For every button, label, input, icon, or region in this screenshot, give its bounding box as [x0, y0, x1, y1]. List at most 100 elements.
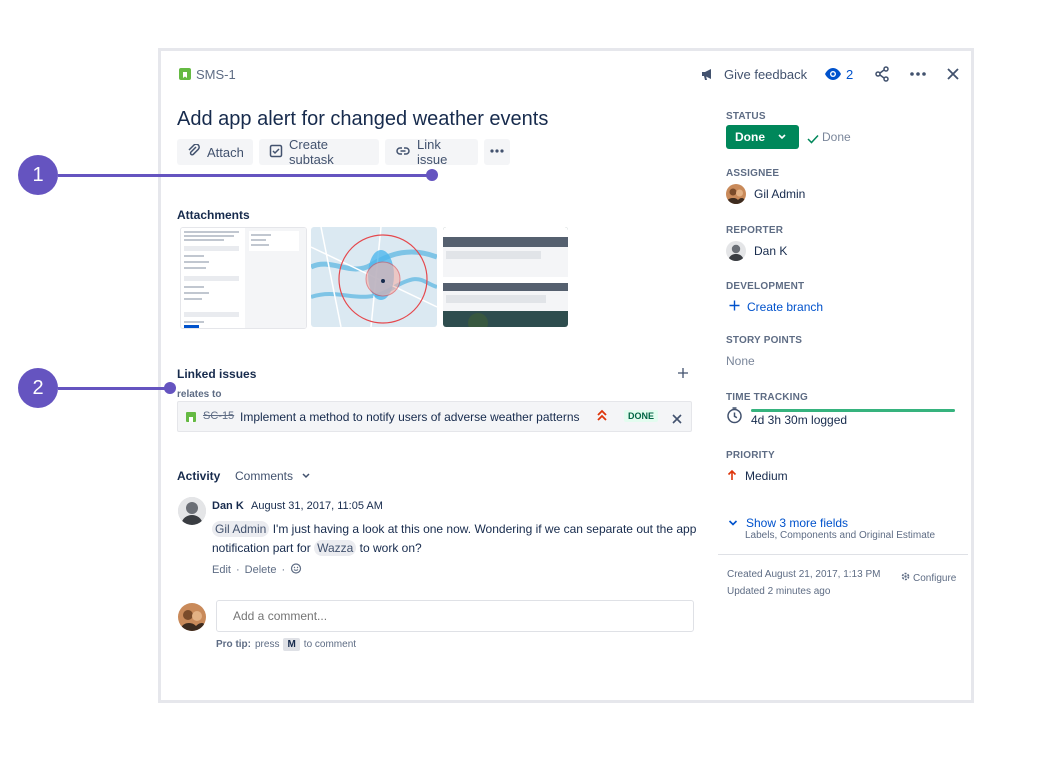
issue-title[interactable]: Add app alert for changed weather events: [177, 108, 548, 131]
avatar: [178, 497, 206, 525]
time-tracking-label: TIME TRACKING: [726, 392, 809, 403]
create-branch-link[interactable]: Create branch: [729, 298, 823, 316]
clock-icon: [726, 407, 743, 429]
show-more-subtext: Labels, Components and Original Estimate: [745, 530, 936, 541]
chevron-down-icon: [301, 469, 311, 483]
reporter-name[interactable]: Dan K: [754, 244, 787, 258]
activity-filter-dropdown[interactable]: Comments: [235, 469, 311, 483]
status-badge: DONE: [624, 410, 659, 422]
configure-label: Configure: [913, 572, 957, 584]
share-icon[interactable]: [874, 66, 890, 87]
reporter-avatar: [726, 241, 746, 261]
more-actions-button[interactable]: [484, 139, 510, 165]
comment-text: I'm just having a look at this one now. …: [272, 522, 697, 536]
linked-issue-row[interactable]: SC-15 Implement a method to notify users…: [177, 401, 692, 432]
development-label: DEVELOPMENT: [726, 281, 805, 292]
more-icon: [489, 144, 505, 161]
activity-heading: Activity: [177, 469, 221, 483]
paperclip-icon: [187, 142, 201, 161]
comment-text: notification part for: [212, 541, 311, 555]
attachment-thumbnail[interactable]: [443, 227, 568, 327]
callout-line: [58, 387, 170, 390]
delete-comment-link[interactable]: Delete: [245, 564, 277, 576]
callout-dot: [164, 382, 176, 394]
comment-date: August 31, 2017, 11:05 AM: [251, 500, 383, 512]
story-type-icon: [186, 412, 196, 423]
comment-input[interactable]: [216, 600, 694, 632]
story-points-label: STORY POINTS: [726, 335, 803, 346]
callout-badge: 1: [18, 155, 58, 195]
map-attachment-thumbnail[interactable]: [311, 227, 437, 327]
add-icon[interactable]: [677, 366, 689, 384]
keyboard-key: M: [283, 638, 300, 651]
create-subtask-label: Create subtask: [289, 137, 334, 167]
mention[interactable]: Wazza: [314, 540, 357, 556]
current-user-avatar: [178, 603, 206, 631]
time-logged: 4d 3h 30m logged: [751, 413, 848, 427]
issue-key[interactable]: SMS-1: [196, 67, 236, 82]
unlink-icon[interactable]: [672, 411, 682, 429]
attachment-thumbnail[interactable]: [180, 227, 307, 329]
subtask-icon: [269, 144, 283, 161]
gear-icon: [900, 569, 911, 587]
check-icon: [807, 131, 819, 149]
chevron-down-icon: [777, 128, 787, 146]
comment-author[interactable]: Dan K: [212, 500, 244, 512]
status-dropdown[interactable]: Done: [726, 125, 799, 149]
callout-dot: [426, 169, 438, 181]
relation-label: relates to: [177, 389, 222, 400]
priority-label: PRIORITY: [726, 450, 775, 461]
status-value: Done: [735, 130, 765, 144]
eye-icon[interactable]: [824, 67, 842, 86]
arrow-up-icon: [727, 468, 737, 486]
created-date: Created August 21, 2017, 1:13 PM: [727, 569, 881, 580]
more-icon[interactable]: [909, 66, 927, 87]
time-tracking-bar[interactable]: [751, 409, 955, 412]
story-type-icon: [179, 68, 191, 80]
edit-comment-link[interactable]: Edit: [212, 564, 231, 576]
assignee-label: ASSIGNEE: [726, 168, 780, 179]
callout-line: [58, 174, 432, 177]
activity-filter-label: Comments: [235, 469, 294, 483]
priority-value[interactable]: Medium: [745, 469, 788, 483]
pro-tip: Pro tip: press M to comment: [216, 638, 356, 651]
close-icon[interactable]: [946, 67, 960, 86]
attach-button[interactable]: Attach: [177, 139, 253, 165]
updated-date: Updated 2 minutes ago: [727, 586, 831, 597]
create-branch-label: Create branch: [747, 300, 824, 314]
status-label: STATUS: [726, 111, 766, 122]
link-issue-button[interactable]: Link issue: [385, 137, 478, 167]
link-icon: [395, 144, 411, 161]
assignee-name[interactable]: Gil Admin: [754, 187, 805, 201]
callout-badge: 2: [18, 368, 58, 408]
highest-priority-icon: [596, 408, 608, 427]
comment-actions: Edit · Delete ·: [212, 562, 302, 577]
reporter-label: REPORTER: [726, 225, 784, 236]
assignee-avatar: [726, 184, 746, 204]
time-tracking-fill: [751, 409, 955, 412]
show-more-label: Show 3 more fields: [746, 516, 849, 530]
give-feedback-button[interactable]: Give feedback: [724, 67, 807, 82]
chevron-down-icon: [728, 514, 738, 532]
comment-line: Gil Admin I'm just having a look at this…: [212, 520, 696, 539]
add-reaction-icon[interactable]: [290, 562, 302, 577]
sidebar-divider: [718, 554, 968, 555]
watchers-count[interactable]: 2: [846, 67, 853, 82]
configure-button[interactable]: Configure: [900, 569, 956, 587]
comment-line: notification part for Wazza to work on?: [212, 539, 696, 558]
attachments-heading: Attachments: [177, 208, 250, 222]
linked-issue-key[interactable]: SC-15: [203, 410, 234, 422]
pro-tip-press: press: [255, 639, 280, 650]
separator: ·: [235, 563, 240, 576]
link-issue-label: Link issue: [417, 137, 448, 167]
plus-icon: [729, 298, 740, 316]
mention[interactable]: Gil Admin: [212, 521, 270, 537]
megaphone-icon: [700, 66, 716, 87]
create-subtask-button[interactable]: Create subtask: [259, 137, 379, 167]
comment-text: to work on?: [359, 541, 422, 555]
story-points-value[interactable]: None: [726, 354, 755, 368]
resolution-value: Done: [822, 130, 851, 144]
pro-tip-label: Pro tip:: [216, 639, 251, 650]
pro-tip-rest: to comment: [303, 639, 357, 650]
linked-issue-summary[interactable]: Implement a method to notify users of ad…: [240, 410, 580, 424]
